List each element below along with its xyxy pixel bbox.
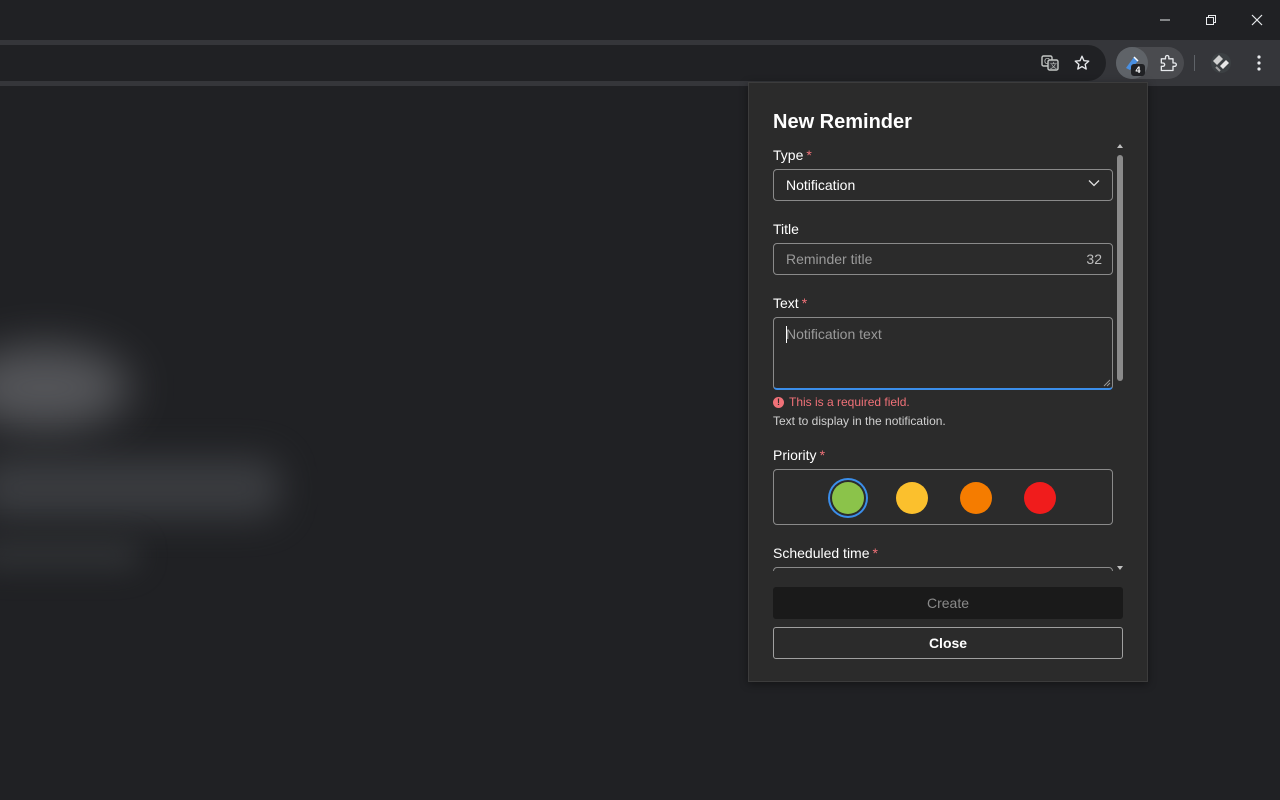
priority-low-option[interactable]	[832, 482, 864, 514]
title-label: Title	[773, 221, 799, 237]
restore-button[interactable]	[1188, 0, 1234, 40]
form-scroll-area: Type * Notification Title Reminder title …	[773, 145, 1115, 571]
type-label: Type *	[773, 147, 812, 163]
minimize-button[interactable]	[1142, 0, 1188, 40]
text-placeholder: Notification text	[786, 326, 882, 342]
translate-button[interactable]: G 文	[1035, 48, 1065, 78]
priority-critical-option[interactable]	[1024, 482, 1056, 514]
priority-picker	[773, 469, 1113, 525]
title-char-count: 32	[1086, 251, 1102, 267]
create-button[interactable]: Create	[773, 587, 1123, 619]
scheduled-time-label: Scheduled time *	[773, 545, 878, 561]
error-icon: !	[773, 396, 784, 408]
blurred-content	[0, 345, 130, 430]
menu-button[interactable]	[1244, 48, 1274, 78]
translate-icon: G 文	[1041, 55, 1059, 71]
text-hint: Text to display in the notification.	[773, 414, 946, 428]
blurred-content	[0, 540, 140, 570]
close-icon	[1251, 14, 1263, 26]
close-window-button[interactable]	[1234, 0, 1280, 40]
extension-badge: 4	[1131, 64, 1145, 76]
text-label: Text *	[773, 295, 808, 311]
priority-label: Priority *	[773, 447, 826, 463]
profile-icon	[1211, 53, 1231, 73]
restore-icon	[1206, 15, 1216, 25]
scroll-up-arrow-icon[interactable]	[1116, 143, 1124, 149]
form-scrollbar[interactable]	[1115, 143, 1125, 573]
minimize-icon	[1160, 19, 1170, 21]
popup-title: New Reminder	[773, 111, 912, 133]
star-icon	[1074, 55, 1090, 70]
text-textarea[interactable]: Notification text	[773, 317, 1113, 390]
scroll-down-arrow-icon[interactable]	[1116, 565, 1124, 571]
new-reminder-popup: New Reminder Type * Notification Title Re…	[748, 82, 1148, 682]
profile-button[interactable]	[1206, 48, 1236, 78]
scheduled-time-input[interactable]	[773, 567, 1113, 571]
title-placeholder: Reminder title	[786, 251, 873, 267]
type-select[interactable]: Notification	[773, 169, 1113, 201]
priority-medium-option[interactable]	[896, 482, 928, 514]
text-error-message: ! This is a required field.	[773, 395, 910, 409]
svg-text:文: 文	[1050, 61, 1057, 70]
resize-grip-icon[interactable]	[1103, 379, 1111, 387]
priority-high-option[interactable]	[960, 482, 992, 514]
close-button[interactable]: Close	[773, 627, 1123, 659]
chevron-down-icon	[1088, 180, 1100, 187]
title-input[interactable]: Reminder title 32	[773, 243, 1113, 275]
scrollbar-thumb[interactable]	[1117, 155, 1123, 381]
toolbar-divider	[1194, 55, 1195, 71]
more-vert-icon	[1257, 55, 1261, 71]
type-selected-value: Notification	[786, 177, 856, 193]
bookmark-button[interactable]	[1067, 48, 1097, 78]
extensions-button[interactable]	[1153, 48, 1183, 78]
title-bar	[0, 0, 1280, 40]
puzzle-icon	[1160, 54, 1177, 72]
blurred-content	[0, 458, 280, 518]
text-caret	[786, 326, 787, 343]
address-bar[interactable]	[0, 45, 1106, 81]
